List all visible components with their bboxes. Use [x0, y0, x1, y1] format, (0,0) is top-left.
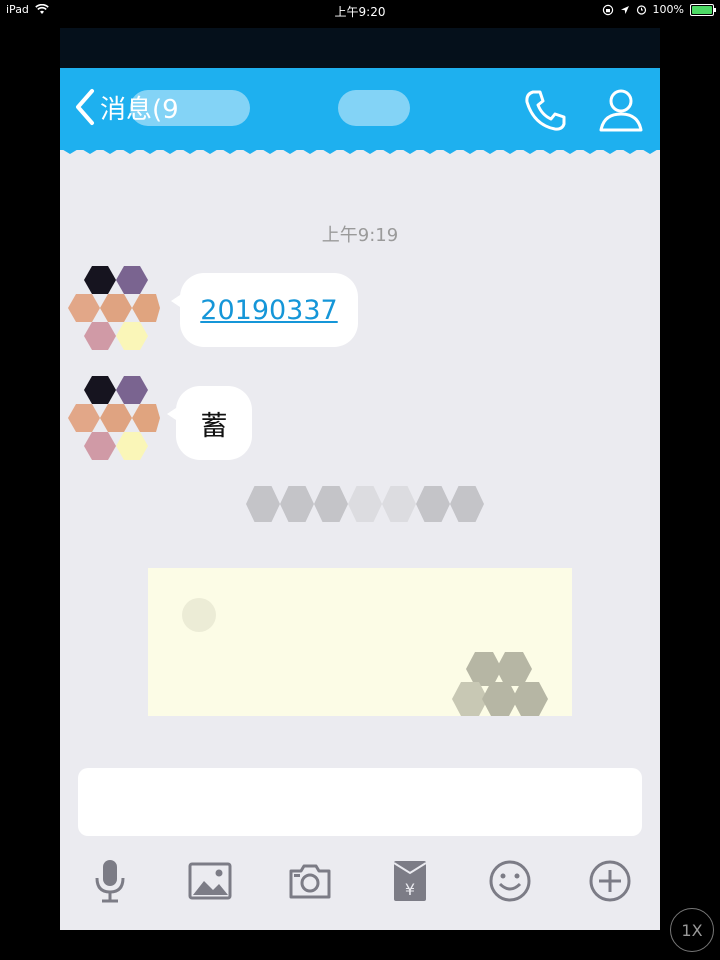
- red-packet-button[interactable]: ¥: [386, 857, 434, 905]
- camera-icon: [289, 864, 331, 899]
- emoji-button[interactable]: [486, 857, 534, 905]
- message-timestamp: 上午9:19: [321, 225, 399, 246]
- battery-icon: [690, 3, 716, 16]
- profile-icon[interactable]: [598, 86, 644, 136]
- avatar[interactable]: [68, 264, 160, 356]
- pixel-block: [348, 486, 382, 522]
- alarm-icon: [636, 5, 646, 15]
- zoom-button[interactable]: 1X: [670, 908, 714, 952]
- pixel-block: [314, 486, 348, 522]
- avatar[interactable]: [68, 374, 160, 466]
- pixelated-notice: [246, 486, 484, 522]
- status-bar: iPad 上午9:20 100%: [0, 0, 720, 22]
- pixel-block: [246, 486, 280, 522]
- navigation-bar: 消息(9: [60, 68, 660, 150]
- pixel-block: [512, 682, 548, 716]
- plus-icon: [589, 860, 631, 902]
- pixel-block: [416, 486, 450, 522]
- red-packet-symbol: ¥: [405, 880, 415, 899]
- pixel-group: [452, 652, 552, 716]
- pixelated-title: [130, 90, 250, 126]
- pixelated-card: [148, 568, 572, 716]
- input-toolbar: ¥: [60, 853, 660, 917]
- pixel-dot: [182, 598, 216, 632]
- message-link[interactable]: 20190337: [200, 295, 337, 326]
- more-button[interactable]: [586, 857, 634, 905]
- top-strip: [60, 28, 660, 68]
- battery-fill: [692, 5, 712, 14]
- pixel-block: [382, 486, 416, 522]
- phone-call-icon[interactable]: [520, 86, 570, 136]
- location-icon: [620, 5, 629, 14]
- pixel-block: [450, 486, 484, 522]
- camera-button[interactable]: [286, 857, 334, 905]
- chat-window: 消息(9 上午9:19 20190337 蓄 ¥: [60, 28, 660, 930]
- status-right: 100%: [602, 3, 716, 16]
- message-bubble-link[interactable]: 20190337: [171, 273, 358, 347]
- pixel-block: [496, 652, 532, 686]
- message-text: 蓄: [200, 410, 228, 442]
- chevron-left-icon: [76, 89, 94, 125]
- image-button[interactable]: [186, 857, 234, 905]
- image-icon: [188, 862, 232, 900]
- battery-percent: 100%: [652, 3, 684, 16]
- microphone-icon: [95, 860, 125, 903]
- message-input[interactable]: [78, 768, 642, 836]
- pixel-block: [280, 486, 314, 522]
- message-bubble-text[interactable]: 蓄: [167, 386, 252, 460]
- nav-edge: [60, 146, 660, 154]
- rotation-lock-icon: [602, 4, 613, 15]
- emoji-icon: [489, 860, 531, 902]
- voice-button[interactable]: [86, 857, 134, 905]
- red-packet-icon: ¥: [393, 861, 427, 901]
- pixelated-status: [338, 90, 410, 126]
